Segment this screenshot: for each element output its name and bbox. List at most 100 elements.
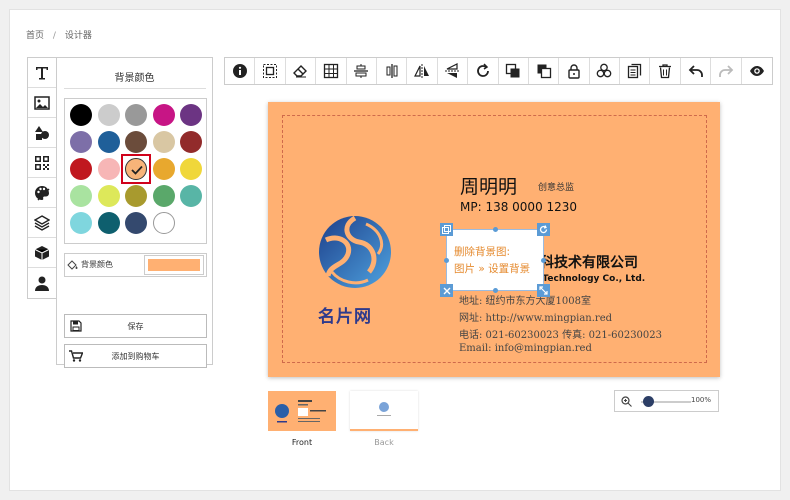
brand-name[interactable]: 名片网 bbox=[318, 302, 372, 327]
save-button-label: 保存 bbox=[127, 321, 144, 331]
color-swatch[interactable] bbox=[125, 185, 147, 207]
panel-title: 背景颜色 bbox=[114, 73, 155, 84]
save-button[interactable]: 保存 bbox=[64, 314, 207, 338]
eraser-icon bbox=[293, 65, 308, 78]
rotate-icon bbox=[476, 63, 489, 77]
resize-dot-bottom[interactable] bbox=[493, 288, 498, 293]
color-swatch[interactable] bbox=[152, 131, 175, 153]
copy-button[interactable] bbox=[620, 58, 651, 84]
color-swatch[interactable] bbox=[125, 131, 147, 153]
info-button[interactable] bbox=[225, 58, 256, 84]
color-swatch[interactable] bbox=[152, 158, 175, 180]
trash-icon bbox=[659, 64, 672, 79]
undo-button[interactable] bbox=[681, 58, 712, 84]
background-color-panel: 背景颜色 背景颜色 保存 添加到购物车 bbox=[56, 57, 213, 368]
duplicate-handle[interactable] bbox=[440, 223, 453, 236]
color-swatch[interactable] bbox=[180, 131, 202, 153]
resize-dot-top[interactable] bbox=[493, 227, 498, 232]
card-phone-fax[interactable]: 电话: 021-60230023 传真: 021-60230023 bbox=[459, 326, 662, 341]
color-swatch[interactable] bbox=[70, 131, 92, 153]
background-tool-button[interactable] bbox=[28, 178, 56, 208]
redo-button[interactable] bbox=[711, 58, 742, 84]
select-all-button[interactable] bbox=[255, 58, 286, 84]
card-person-name[interactable]: 周明明 bbox=[460, 172, 517, 199]
designer-frame: 首页 / 设计器 背景颜色 背景颜色 保存 添加到购物车 名片网 周明明 创意总… bbox=[9, 9, 781, 491]
resize-dot-right[interactable] bbox=[541, 258, 546, 263]
card-email[interactable]: Email: info@mingpian.red bbox=[459, 343, 592, 354]
grid-button[interactable] bbox=[316, 58, 347, 84]
user-icon bbox=[35, 276, 49, 291]
layers-tool-button[interactable] bbox=[28, 208, 56, 238]
trash-button[interactable] bbox=[650, 58, 681, 84]
lock-button[interactable] bbox=[559, 58, 590, 84]
color-swatch[interactable] bbox=[97, 185, 120, 207]
front-page-label[interactable]: Front bbox=[268, 438, 336, 447]
send-backward-button[interactable] bbox=[529, 58, 560, 84]
eraser-button[interactable] bbox=[286, 58, 317, 84]
background-color-label: 背景颜色 bbox=[81, 260, 113, 269]
card-website[interactable]: 网址: http://www.mingpian.red bbox=[459, 309, 612, 324]
image-tool-button[interactable] bbox=[28, 88, 56, 118]
color-swatch[interactable] bbox=[180, 185, 202, 207]
cart-icon bbox=[69, 350, 83, 362]
color-swatch[interactable] bbox=[97, 104, 120, 126]
panel-divider bbox=[64, 88, 206, 89]
card-person-role[interactable]: 创意总监 bbox=[538, 180, 574, 193]
flip-vertical-button[interactable] bbox=[438, 58, 469, 84]
shape-tool-button[interactable] bbox=[28, 118, 56, 148]
preview-button[interactable] bbox=[742, 58, 772, 84]
add-to-cart-button[interactable]: 添加到购物车 bbox=[64, 344, 207, 368]
card-mobile[interactable]: MP: 138 0000 1230 bbox=[460, 200, 577, 214]
zoom-slider-knob[interactable] bbox=[643, 396, 654, 407]
flip-horizontal-button[interactable] bbox=[407, 58, 438, 84]
breadcrumb-current: 设计器 bbox=[64, 31, 92, 41]
layers-icon bbox=[34, 214, 50, 231]
color-swatch[interactable] bbox=[152, 104, 175, 126]
card-company-cn[interactable]: 科技术有限公司 bbox=[540, 252, 638, 272]
business-card-canvas[interactable]: 名片网 周明明 创意总监 MP: 138 0000 1230 科技术有限公司 t… bbox=[268, 102, 720, 377]
template-tool-button[interactable] bbox=[28, 238, 56, 268]
card-company-en[interactable]: t Technology Co., Ltd. bbox=[535, 274, 645, 284]
color-swatch[interactable] bbox=[97, 131, 120, 153]
color-swatch[interactable] bbox=[70, 185, 92, 207]
front-thumbnail[interactable] bbox=[268, 391, 336, 431]
background-color-picker[interactable] bbox=[144, 255, 204, 275]
align-center-horizontal-icon bbox=[354, 64, 369, 78]
company-logo[interactable] bbox=[316, 212, 394, 292]
bring-forward-button[interactable] bbox=[499, 58, 529, 84]
rotate-button[interactable] bbox=[468, 58, 499, 84]
color-swatch[interactable] bbox=[70, 104, 92, 126]
align-center-horizontal-button[interactable] bbox=[347, 58, 377, 84]
group-icon bbox=[597, 63, 612, 78]
back-thumbnail[interactable] bbox=[350, 391, 418, 431]
color-swatch[interactable] bbox=[97, 158, 120, 180]
back-page-label[interactable]: Back bbox=[350, 438, 418, 447]
text-tool-button[interactable] bbox=[28, 58, 56, 88]
color-swatch[interactable] bbox=[125, 104, 147, 126]
color-swatch[interactable] bbox=[180, 104, 202, 126]
rotate-icon bbox=[539, 225, 548, 234]
resize-handle[interactable] bbox=[537, 284, 550, 297]
resize-dot-left[interactable] bbox=[444, 258, 449, 263]
delete-handle[interactable] bbox=[440, 284, 453, 297]
breadcrumb-home[interactable]: 首页 bbox=[26, 31, 44, 41]
image-icon bbox=[34, 95, 50, 110]
save-icon bbox=[70, 320, 82, 332]
align-center-vertical-button[interactable] bbox=[377, 58, 408, 84]
zoom-in-icon[interactable] bbox=[621, 396, 632, 407]
align-center-vertical-icon bbox=[386, 64, 398, 78]
rotate-handle[interactable] bbox=[537, 223, 550, 236]
color-swatch[interactable] bbox=[180, 158, 202, 180]
color-swatch[interactable] bbox=[70, 158, 92, 180]
group-button[interactable] bbox=[590, 58, 621, 84]
color-swatch[interactable] bbox=[70, 212, 92, 234]
user-tool-button[interactable] bbox=[28, 268, 56, 298]
color-swatch[interactable] bbox=[125, 212, 147, 234]
qrcode-tool-button[interactable] bbox=[28, 148, 56, 178]
color-swatch[interactable] bbox=[152, 212, 175, 234]
color-swatch[interactable] bbox=[97, 212, 120, 234]
selected-text-box[interactable]: 删除背景图: 图片 » 设置背景 bbox=[440, 223, 550, 297]
color-swatch[interactable] bbox=[152, 185, 175, 207]
resize-icon bbox=[539, 286, 548, 295]
card-address[interactable]: 地址: 纽约市东方大厦1008室 bbox=[459, 292, 591, 307]
